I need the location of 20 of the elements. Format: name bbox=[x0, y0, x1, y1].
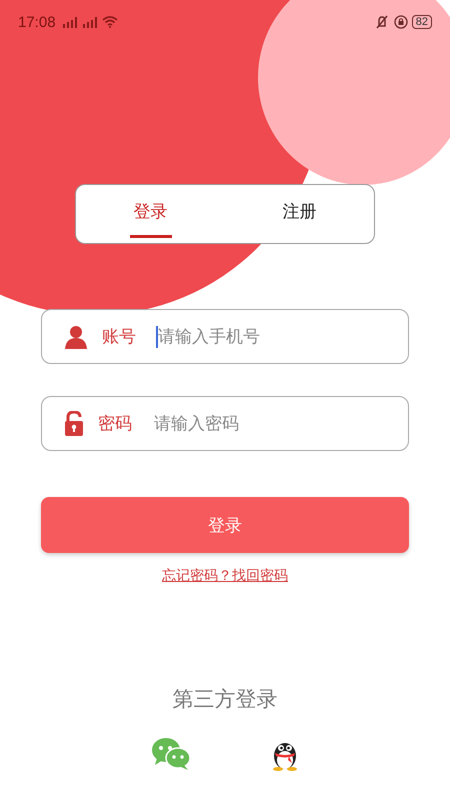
forgot-password-link[interactable]: 忘记密码？找回密码 bbox=[162, 567, 288, 585]
unlocked-padlock-icon bbox=[64, 410, 84, 436]
battery-indicator: 82 bbox=[412, 15, 432, 29]
clock: 17:08 bbox=[18, 14, 56, 30]
signal-icon bbox=[62, 16, 78, 28]
tab[interactable]: 登录 bbox=[130, 190, 172, 238]
lock-rotation-icon bbox=[394, 15, 408, 29]
section-title: 第三方登录 bbox=[172, 686, 278, 713]
placeholder-text: 请输入手机号 bbox=[158, 326, 260, 348]
signal-icon bbox=[82, 16, 98, 28]
mute-bell-icon bbox=[374, 15, 390, 29]
login-button[interactable]: 登录 bbox=[41, 497, 409, 553]
wifi-icon bbox=[102, 16, 118, 28]
placeholder-text: 请输入密码 bbox=[154, 413, 239, 435]
field-label: 账号 bbox=[102, 326, 136, 348]
person-icon bbox=[64, 324, 88, 348]
input-field[interactable]: 账号 请输入手机号 bbox=[41, 309, 409, 364]
field-label: 密码 bbox=[98, 413, 132, 435]
input-field[interactable]: 密码 请输入密码 bbox=[41, 396, 409, 451]
tab[interactable]: 注册 bbox=[278, 190, 320, 238]
